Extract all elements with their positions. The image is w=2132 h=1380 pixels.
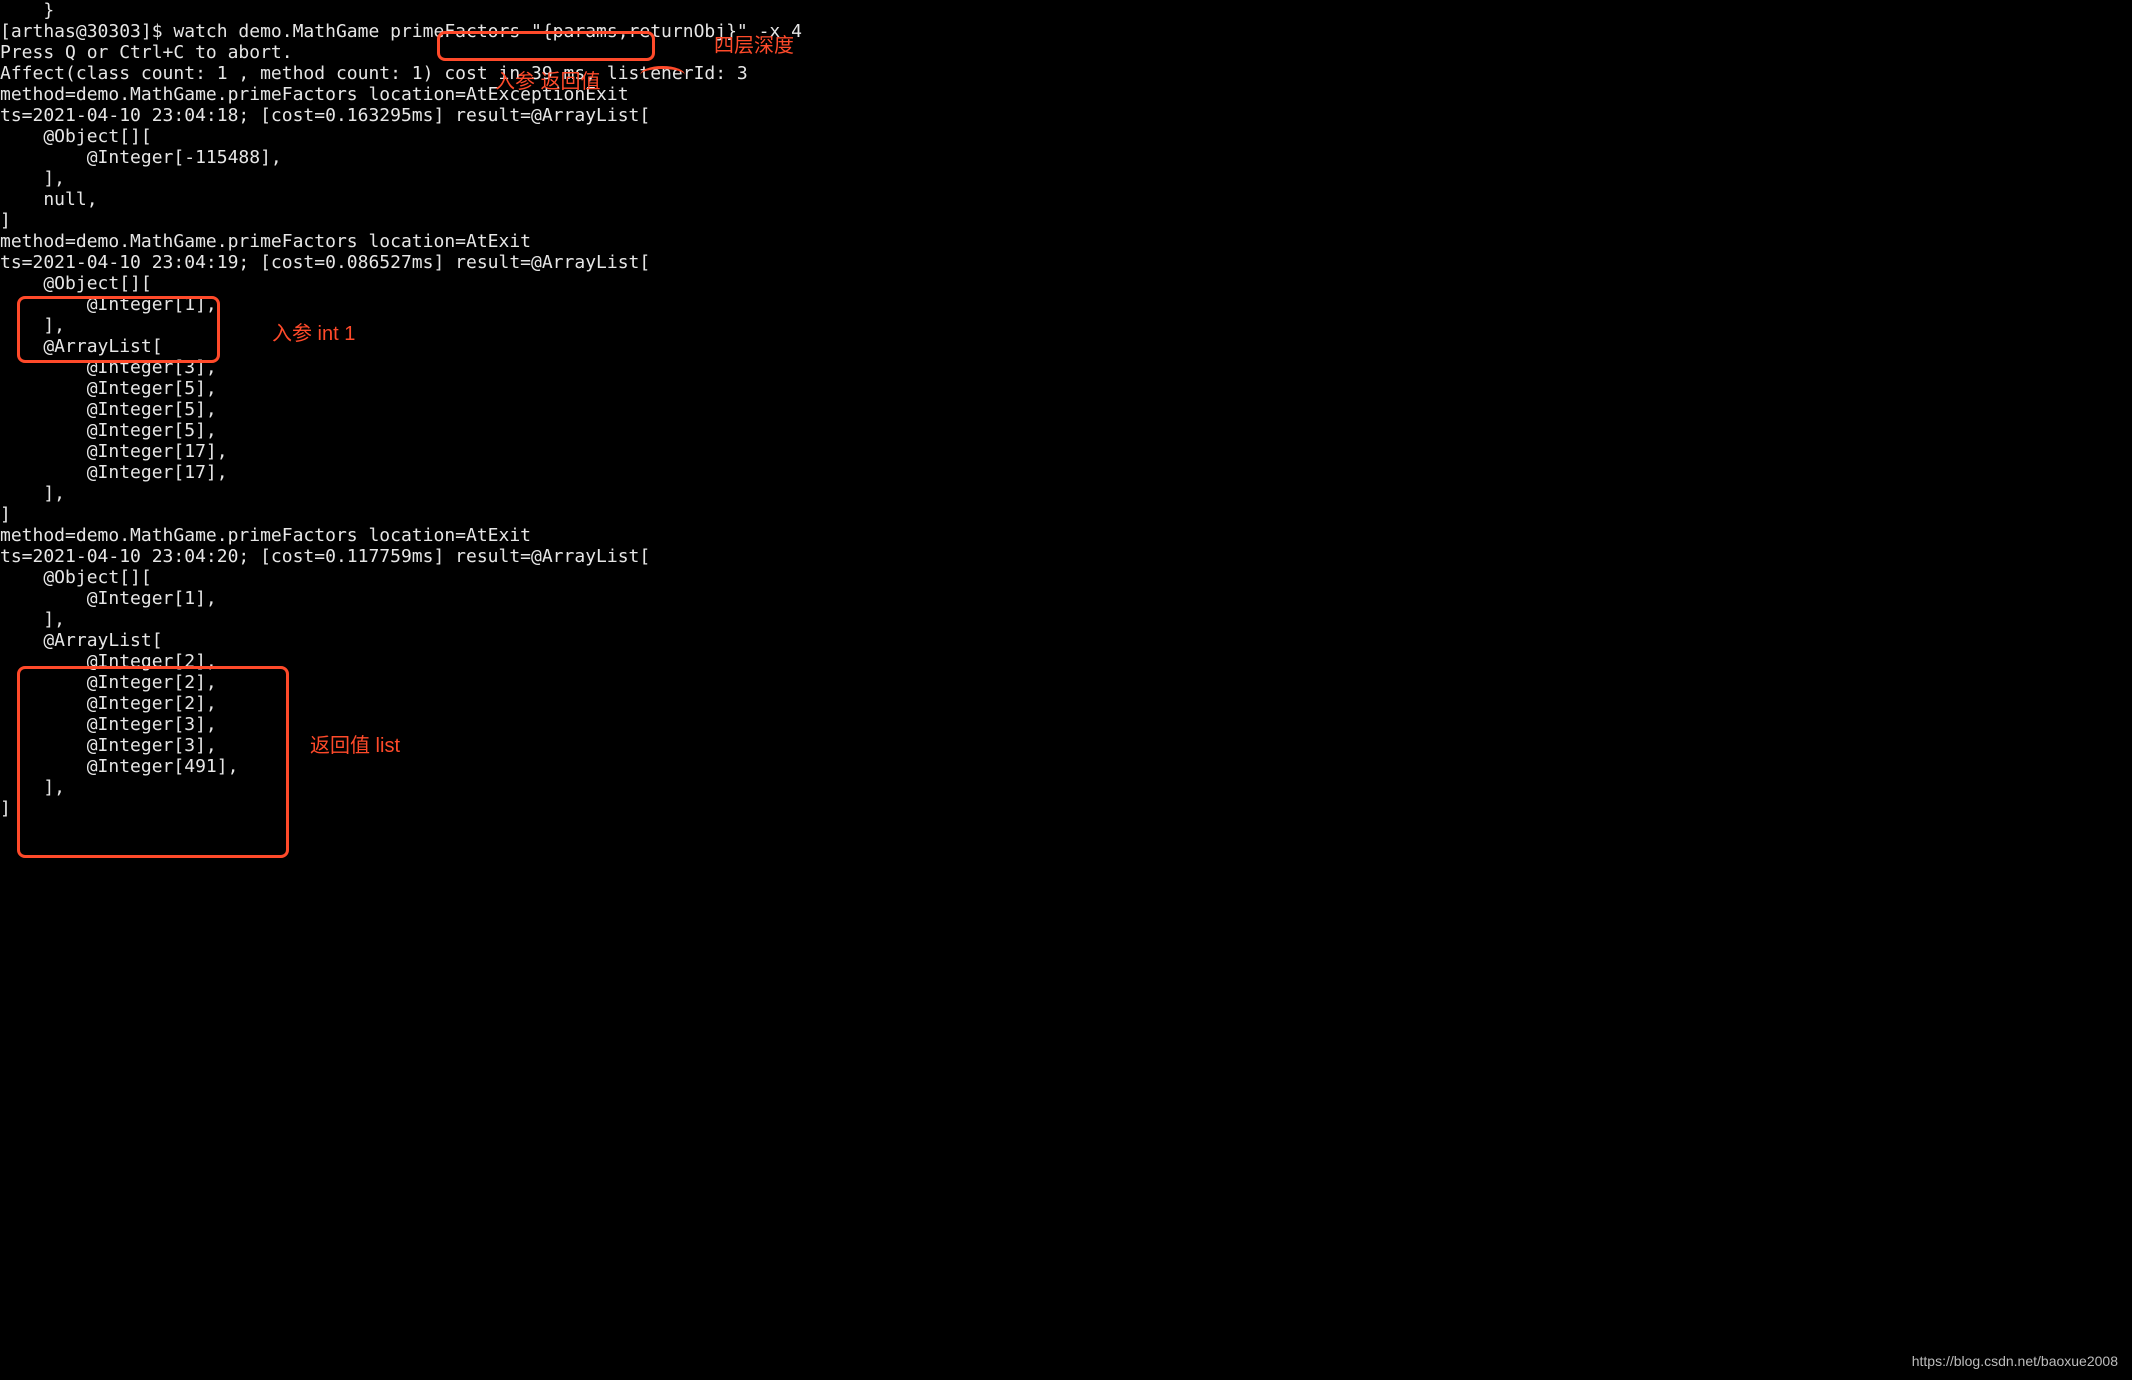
annotation-param-int1-label: 入参 int 1 [272, 324, 355, 345]
terminal-line: @Integer[3], [0, 357, 2132, 378]
terminal-line: @Integer[-115488], [0, 147, 2132, 168]
terminal-line: ], [0, 609, 2132, 630]
terminal-line: ] [0, 798, 2132, 819]
terminal-line: @Integer[5], [0, 399, 2132, 420]
terminal-line: @Object[][ [0, 273, 2132, 294]
terminal-line: [arthas@30303]$ watch demo.MathGame prim… [0, 21, 2132, 42]
terminal-line: method=demo.MathGame.primeFactors locati… [0, 84, 2132, 105]
terminal-line: ts=2021-04-10 23:04:18; [cost=0.163295ms… [0, 105, 2132, 126]
terminal-line: method=demo.MathGame.primeFactors locati… [0, 231, 2132, 252]
terminal-line: ], [0, 168, 2132, 189]
terminal-output: }[arthas@30303]$ watch demo.MathGame pri… [0, 0, 2132, 819]
terminal-line: method=demo.MathGame.primeFactors locati… [0, 525, 2132, 546]
terminal-line: ts=2021-04-10 23:04:20; [cost=0.117759ms… [0, 546, 2132, 567]
terminal-line: @ArrayList[ [0, 630, 2132, 651]
terminal-line: Press Q or Ctrl+C to abort. [0, 42, 2132, 63]
terminal-line: @Object[][ [0, 126, 2132, 147]
terminal-line: ], [0, 483, 2132, 504]
terminal-line: null, [0, 189, 2132, 210]
annotation-params-return-label: 入参 返回值 [495, 72, 601, 93]
terminal-line: @Integer[17], [0, 441, 2132, 462]
terminal-line: ], [0, 777, 2132, 798]
terminal-line: @Integer[2], [0, 672, 2132, 693]
terminal-line: @Integer[491], [0, 756, 2132, 777]
annotation-squiggle [640, 62, 685, 76]
terminal-line: @Integer[1], [0, 588, 2132, 609]
terminal-line: @Integer[5], [0, 378, 2132, 399]
terminal-line: @Integer[2], [0, 693, 2132, 714]
terminal-line: ] [0, 504, 2132, 525]
terminal-line: ts=2021-04-10 23:04:19; [cost=0.086527ms… [0, 252, 2132, 273]
terminal-line: Affect(class count: 1 , method count: 1)… [0, 63, 2132, 84]
terminal-line: ] [0, 210, 2132, 231]
terminal-line: @Integer[17], [0, 462, 2132, 483]
terminal-line: } [0, 0, 2132, 21]
terminal-line: @Integer[1], [0, 294, 2132, 315]
annotation-return-list-label: 返回值 list [310, 736, 400, 757]
annotation-depth-label: 四层深度 [714, 36, 794, 57]
terminal-line: @Object[][ [0, 567, 2132, 588]
terminal-line: @Integer[3], [0, 714, 2132, 735]
terminal-line: @Integer[2], [0, 651, 2132, 672]
watermark: https://blog.csdn.net/baoxue2008 [1912, 1351, 2118, 1372]
terminal-line: @Integer[5], [0, 420, 2132, 441]
